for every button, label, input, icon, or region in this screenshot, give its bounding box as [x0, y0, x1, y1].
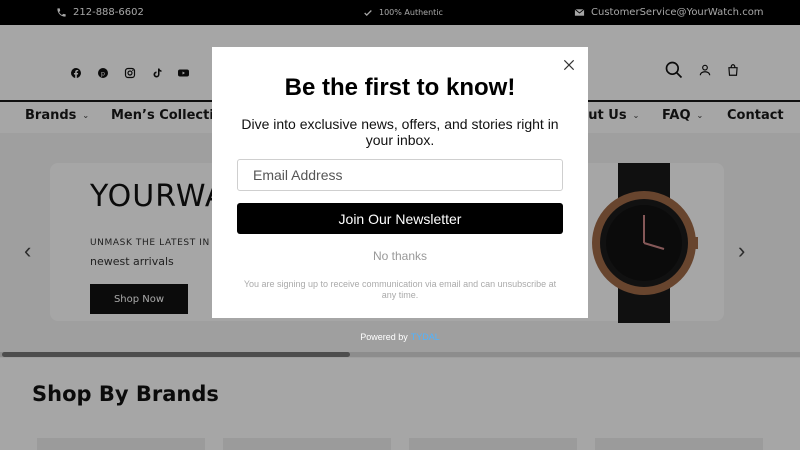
- popup-disclaimer: You are signing up to receive communicat…: [243, 279, 557, 300]
- tydal-link[interactable]: TYDAL: [411, 332, 440, 342]
- join-newsletter-button[interactable]: Join Our Newsletter: [237, 203, 563, 234]
- no-thanks-link[interactable]: No thanks: [212, 249, 588, 263]
- popup-title: Be the first to know!: [284, 74, 516, 101]
- email-field[interactable]: [237, 159, 563, 191]
- close-icon[interactable]: [560, 56, 578, 74]
- powered-by-text: Powered by: [360, 332, 408, 342]
- popup-description: Dive into exclusive news, offers, and st…: [241, 116, 559, 148]
- powered-by: Powered by TYDAL: [212, 332, 588, 342]
